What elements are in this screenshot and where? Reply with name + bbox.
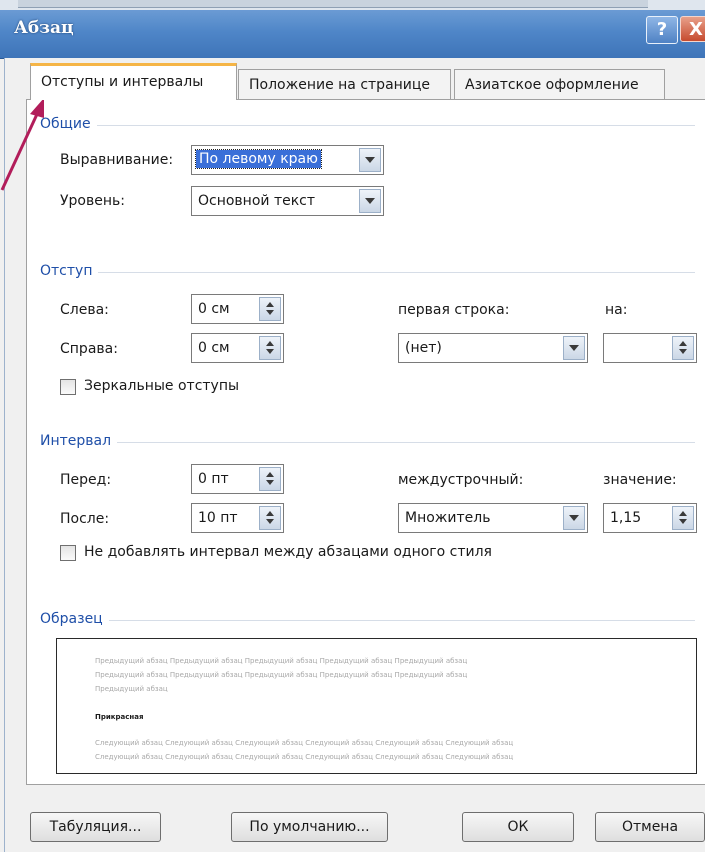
chevron-down-icon[interactable] [563, 336, 585, 360]
group-indent-title: Отступ [40, 263, 99, 279]
chevron-down-icon[interactable] [359, 189, 381, 213]
indent-by-spinner[interactable] [603, 333, 697, 363]
tab-asian-typography[interactable]: Азиатское оформление [454, 69, 665, 99]
space-before-value: 0 пт [198, 471, 229, 487]
tab-indents-spacing[interactable]: Отступы и интервалы [30, 63, 237, 100]
dialog-title: Абзац [14, 18, 74, 38]
paragraph-preview: Предыдущий абзац Предыдущий абзац Предыд… [56, 638, 697, 774]
level-label: Уровень: [60, 193, 125, 209]
spinner-arrows-icon[interactable] [259, 467, 281, 491]
line-spacing-value: Множитель [405, 510, 491, 526]
preview-current-paragraph: Прикрасная [95, 713, 144, 721]
indent-by-label: на: [605, 302, 628, 318]
group-divider [40, 272, 695, 273]
group-preview-title: Образец [40, 611, 109, 627]
title-bar[interactable] [0, 10, 705, 59]
chevron-down-icon[interactable] [359, 148, 381, 172]
space-before-spinner[interactable]: 0 пт [191, 464, 284, 494]
mirror-indents-label[interactable]: Зеркальные отступы [84, 378, 239, 394]
line-spacing-at-label: значение: [603, 472, 677, 488]
close-button[interactable]: X [680, 16, 705, 42]
first-line-label: первая строка: [398, 302, 510, 318]
line-spacing-at-value: 1,15 [610, 510, 642, 526]
indent-left-label: Слева: [60, 302, 109, 318]
group-divider [40, 125, 695, 126]
mirror-indents-checkbox[interactable] [60, 379, 76, 395]
space-after-value: 10 пт [198, 510, 238, 526]
tab-line-page-breaks[interactable]: Положение на странице [238, 69, 451, 99]
line-spacing-select[interactable]: Множитель [398, 503, 588, 533]
ok-button[interactable]: ОК [462, 812, 574, 842]
space-after-spinner[interactable]: 10 пт [191, 503, 284, 533]
preview-next-line: Следующий абзац Следующий абзац Следующи… [95, 753, 514, 761]
annotation-arrow-icon [0, 98, 44, 191]
line-spacing-label: междустрочный: [398, 472, 524, 488]
indent-right-spinner[interactable]: 0 см [191, 333, 284, 363]
level-select[interactable]: Основной текст [191, 186, 384, 216]
group-divider [40, 620, 695, 621]
help-button[interactable]: ? [646, 16, 678, 44]
spinner-arrows-icon[interactable] [672, 336, 694, 360]
cancel-button[interactable]: Отмена [595, 812, 705, 842]
space-before-label: Перед: [60, 472, 112, 488]
first-line-value: (нет) [405, 340, 442, 356]
group-spacing-title: Интервал [40, 433, 118, 449]
spinner-arrows-icon[interactable] [259, 336, 281, 360]
preview-prev-line: Предыдущий абзац [95, 685, 168, 693]
indent-right-value: 0 см [198, 340, 230, 356]
tabs-button[interactable]: Табуляция... [30, 812, 161, 842]
spinner-arrows-icon[interactable] [259, 506, 281, 530]
alignment-select[interactable]: По левому краю [191, 145, 384, 175]
indent-left-value: 0 см [198, 301, 230, 317]
parent-window-strip [0, 0, 705, 10]
space-after-label: После: [60, 511, 110, 527]
spinner-arrows-icon[interactable] [672, 506, 694, 530]
line-spacing-at-spinner[interactable]: 1,15 [603, 503, 697, 533]
indent-left-spinner[interactable]: 0 см [191, 294, 284, 324]
no-space-same-style-label[interactable]: Не добавлять интервал между абзацами одн… [84, 544, 492, 560]
alignment-label: Выравнивание: [60, 152, 174, 168]
spinner-arrows-icon[interactable] [259, 297, 281, 321]
preview-prev-line: Предыдущий абзац Предыдущий абзац Предыд… [95, 671, 468, 679]
first-line-select[interactable]: (нет) [398, 333, 588, 363]
level-value: Основной текст [198, 193, 316, 209]
group-divider [40, 442, 695, 443]
set-as-default-button[interactable]: По умолчанию... [231, 812, 388, 842]
preview-prev-line: Предыдущий абзац Предыдущий абзац Предыд… [95, 657, 468, 665]
alignment-value: По левому краю [195, 149, 322, 169]
no-space-same-style-checkbox[interactable] [60, 545, 76, 561]
preview-next-line: Следующий абзац Следующий абзац Следующи… [95, 739, 514, 747]
chevron-down-icon[interactable] [563, 506, 585, 530]
indent-right-label: Справа: [60, 341, 118, 357]
